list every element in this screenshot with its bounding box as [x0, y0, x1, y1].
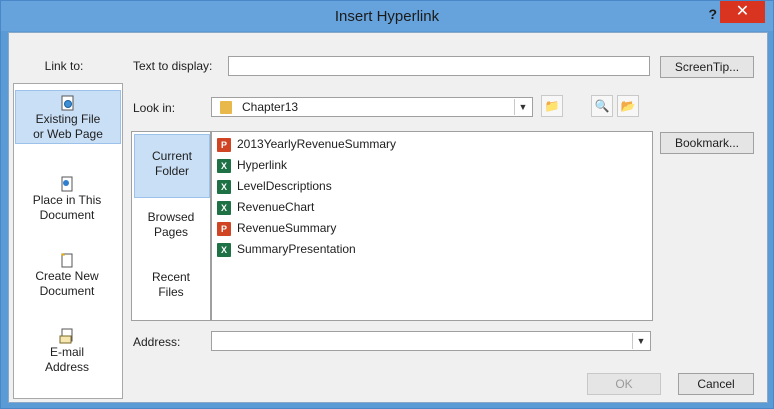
- help-icon[interactable]: ?: [708, 6, 717, 22]
- list-item[interactable]: X LevelDescriptions: [217, 177, 332, 195]
- up-one-folder-button[interactable]: 📁: [541, 95, 563, 117]
- folder-icon: [220, 101, 232, 114]
- link-email-line2: Address: [44, 360, 90, 374]
- link-to-panel: Existing File or Web Page Place in This …: [13, 83, 123, 399]
- link-existing-file-line1: Existing File: [35, 112, 101, 126]
- email-icon: [59, 328, 75, 344]
- file-name: 2013YearlyRevenueSummary: [237, 137, 396, 151]
- excel-file-icon: X: [217, 242, 231, 257]
- title-bar: Insert Hyperlink ? ✕: [1, 1, 773, 31]
- address-label: Address:: [133, 335, 181, 349]
- chevron-down-icon[interactable]: ▼: [514, 99, 531, 115]
- insert-hyperlink-dialog: Insert Hyperlink ? ✕ Link to: Existing F…: [0, 0, 774, 409]
- screentip-button[interactable]: ScreenTip...: [660, 56, 754, 78]
- nav-recent-files[interactable]: Recent Files: [134, 260, 208, 310]
- list-item[interactable]: X SummaryPresentation: [217, 240, 356, 258]
- powerpoint-file-icon: P: [217, 221, 231, 236]
- nav-browsed-line2: Pages: [153, 225, 189, 239]
- file-name: RevenueChart: [237, 200, 315, 214]
- list-item[interactable]: X Hyperlink: [217, 156, 287, 174]
- link-to-label: Link to:: [44, 59, 84, 73]
- dialog-title: Insert Hyperlink: [334, 8, 440, 25]
- excel-file-icon: X: [217, 179, 231, 194]
- text-to-display-label: Text to display:: [133, 59, 213, 73]
- look-in-dropdown[interactable]: Chapter13 ▼: [211, 97, 533, 117]
- nav-recent-line2: Files: [158, 285, 184, 299]
- nav-current-line1: Current: [151, 149, 192, 163]
- link-existing-file[interactable]: Existing File or Web Page: [15, 90, 121, 144]
- up-folder-icon: 📁: [544, 99, 560, 113]
- close-button[interactable]: ✕: [720, 1, 765, 23]
- new-document-icon: [59, 252, 75, 268]
- open-folder-icon: 📂: [620, 99, 636, 113]
- link-place-line1: Place in This: [32, 193, 102, 207]
- dialog-body: Link to: Existing File or Web Page Place…: [8, 32, 768, 403]
- powerpoint-file-icon: P: [217, 137, 231, 152]
- document-anchor-icon: [59, 176, 75, 192]
- link-email-line1: E-mail: [49, 345, 84, 359]
- file-list: P 2013YearlyRevenueSummary X Hyperlink X Le…: [211, 131, 653, 321]
- link-email-address[interactable]: E-mail Address: [15, 328, 119, 378]
- look-in-nav: Current Folder Browsed Pages Recent File…: [131, 131, 211, 321]
- cancel-button[interactable]: Cancel: [678, 373, 754, 395]
- nav-recent-line1: Recent: [151, 270, 191, 284]
- address-input[interactable]: ▼: [211, 331, 651, 351]
- link-create-line1: Create New: [35, 269, 99, 283]
- look-in-value: Chapter13: [242, 100, 299, 114]
- file-name: SummaryPresentation: [237, 242, 356, 256]
- nav-browsed-line1: Browsed: [147, 210, 195, 224]
- file-name: LevelDescriptions: [237, 179, 332, 193]
- link-place-in-document[interactable]: Place in This Document: [15, 176, 119, 226]
- link-create-new-document[interactable]: Create New Document: [15, 252, 119, 302]
- list-item[interactable]: P RevenueSummary: [217, 219, 336, 237]
- link-existing-file-line2: or Web Page: [33, 127, 103, 141]
- list-item[interactable]: P 2013YearlyRevenueSummary: [217, 135, 396, 153]
- excel-file-icon: X: [217, 200, 231, 215]
- excel-file-icon: X: [217, 158, 231, 173]
- nav-browsed-pages[interactable]: Browsed Pages: [134, 200, 208, 250]
- browse-file-button[interactable]: 📂: [617, 95, 639, 117]
- ok-button[interactable]: OK: [587, 373, 661, 395]
- nav-current-line2: Folder: [154, 164, 189, 178]
- list-item[interactable]: X RevenueChart: [217, 198, 314, 216]
- file-name: RevenueSummary: [237, 221, 337, 235]
- chevron-down-icon[interactable]: ▼: [632, 333, 649, 349]
- bookmark-button[interactable]: Bookmark...: [660, 132, 754, 154]
- document-globe-icon: [60, 95, 76, 111]
- nav-current-folder[interactable]: Current Folder: [134, 134, 210, 198]
- file-name: Hyperlink: [237, 158, 288, 172]
- look-in-label: Look in:: [133, 101, 176, 115]
- browse-web-button[interactable]: 🔍: [591, 95, 613, 117]
- browse-web-icon: 🔍: [594, 99, 610, 113]
- link-place-line2: Document: [39, 208, 95, 222]
- text-to-display-input[interactable]: [228, 56, 650, 76]
- link-create-line2: Document: [39, 284, 95, 298]
